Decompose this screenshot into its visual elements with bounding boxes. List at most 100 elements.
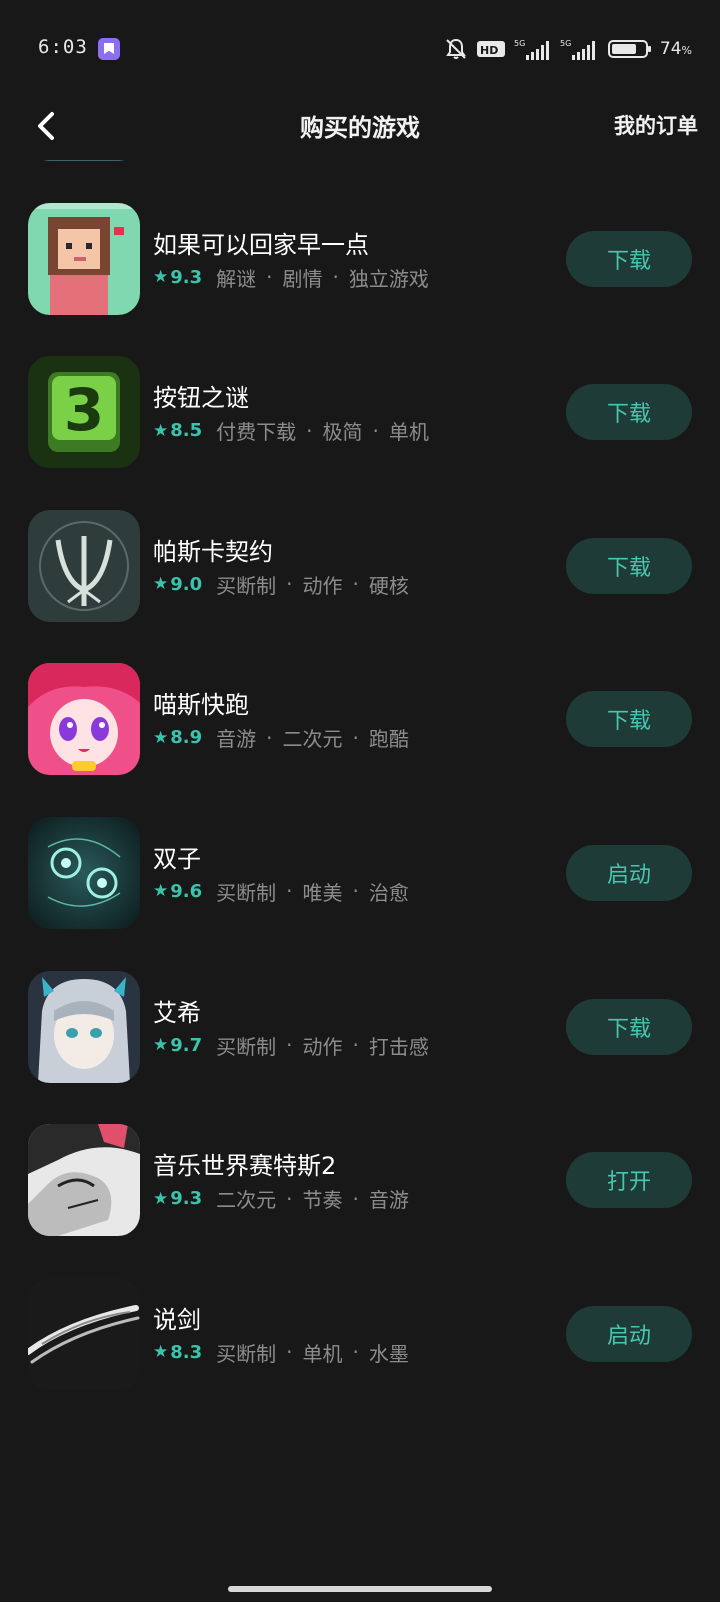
biplane-icon[interactable]	[28, 160, 140, 161]
star-icon: ★	[153, 727, 169, 748]
pixel-girl-icon[interactable]	[28, 202, 140, 315]
game-name[interactable]: 帕斯卡契约	[153, 532, 273, 567]
star-icon: ★	[153, 1188, 169, 1209]
game-tag: 独立游戏	[348, 266, 429, 291]
game-tag: 买断制	[216, 573, 277, 598]
game-name[interactable]: 音乐世界赛特斯2	[153, 1146, 336, 1181]
tag-separator-dot: ·	[352, 1033, 359, 1058]
game-tag: 打击感	[368, 1034, 429, 1059]
game-rating: 8.5	[170, 420, 203, 442]
game-row[interactable]: 艾希 ★ 9.7 买断制 · 动作 · 打击感 下载	[0, 970, 720, 1125]
game-rating: 8.3	[170, 1341, 203, 1363]
tag-separator-dot: ·	[352, 725, 359, 750]
tag-separator-dot: ·	[286, 1340, 293, 1365]
game-action-button[interactable]: 下载	[566, 384, 692, 441]
sketch-character-icon[interactable]	[28, 1124, 140, 1237]
game-meta: ★ 9.3 解谜 · 剧情 · 独立游戏	[153, 263, 429, 292]
game-row[interactable]: 如果可以回家早一点 ★ 9.3 解谜 · 剧情 · 独立游戏 下载	[0, 202, 720, 357]
game-row[interactable]: 迷方（付费下载版）★8.8唯美·治愈·休闲下载	[0, 160, 720, 203]
game-row[interactable]: 喵斯快跑 ★ 8.9 音游 · 二次元 · 跑酷 下载	[0, 663, 720, 817]
tag-separator-dot: ·	[372, 418, 379, 443]
header-bar: 购买的游戏 我的订单	[0, 96, 720, 160]
game-meta: ★ 8.5 付费下载 · 极简 · 单机	[153, 416, 429, 445]
game-tag: 买断制	[216, 1341, 277, 1366]
game-meta: ★ 9.0 买断制 · 动作 · 硬核	[153, 570, 409, 599]
mute-bell-icon	[446, 38, 466, 59]
game-name[interactable]: 双子	[153, 839, 201, 874]
trident-emblem-icon[interactable]	[28, 509, 140, 622]
ink-brush-stroke-icon[interactable]	[28, 1277, 140, 1390]
hd-voice-icon: HD	[476, 41, 505, 57]
svg-text:5G: 5G	[560, 39, 571, 48]
game-tag: 付费下载	[216, 420, 297, 445]
game-row[interactable]: 双子 ★ 9.6 买断制 · 唯美 · 治愈 启动	[0, 816, 720, 971]
game-row[interactable]: 音乐世界赛特斯2 ★ 9.3 二次元 · 节奏 · 音游 打开	[0, 1124, 720, 1278]
game-tag: 音游	[368, 1188, 409, 1213]
game-tag: 动作	[302, 1034, 343, 1059]
signal-5g-icon: 5G	[560, 39, 595, 60]
game-meta: ★ 8.3 买断制 · 单机 · 水墨	[153, 1338, 409, 1367]
tag-separator-dot: ·	[286, 879, 293, 904]
game-rating: 9.3	[170, 1188, 203, 1210]
purchased-games-list[interactable]: 迷方（付费下载版）★8.8唯美·治愈·休闲下载如果可以回家早一点★9.3解谜·剧…	[0, 160, 720, 1460]
svg-text:5G: 5G	[514, 39, 525, 48]
game-action-button[interactable]: 下载	[566, 998, 692, 1055]
game-name[interactable]: 艾希	[153, 993, 201, 1028]
home-indicator[interactable]	[228, 1586, 492, 1592]
game-action-button[interactable]: 启动	[566, 1305, 692, 1362]
signal-5g-icon: 5G	[514, 39, 549, 60]
tag-separator-dot: ·	[286, 572, 293, 597]
tag-separator-dot: ·	[286, 1186, 293, 1211]
star-icon: ★	[153, 267, 169, 288]
number-3-button-icon[interactable]: 3	[28, 356, 140, 469]
star-icon: ★	[153, 1342, 169, 1363]
battery-percent: 74%	[659, 39, 692, 59]
game-action-button[interactable]: 下载	[566, 230, 692, 287]
game-row[interactable]: 说剑 ★ 8.3 买断制 · 单机 · 水墨 启动	[0, 1277, 720, 1432]
app-notification-icon	[98, 38, 120, 60]
game-tag: 音游	[216, 727, 257, 752]
game-name[interactable]: 说剑	[153, 1300, 201, 1335]
game-tag: 单机	[302, 1341, 343, 1366]
game-row[interactable]: 帕斯卡契约 ★ 9.0 买断制 · 动作 · 硬核 下载	[0, 509, 720, 664]
star-icon: ★	[153, 420, 169, 441]
twin-orbs-icon[interactable]	[28, 816, 140, 929]
battery-icon	[607, 40, 651, 58]
tag-separator-dot: ·	[352, 1340, 359, 1365]
tag-separator-dot: ·	[332, 265, 339, 290]
game-meta: ★ 8.9 音游 · 二次元 · 跑酷	[153, 723, 409, 752]
silver-hair-character-icon[interactable]	[28, 970, 140, 1083]
tag-separator-dot: ·	[266, 725, 273, 750]
game-action-button[interactable]: 打开	[566, 1152, 692, 1209]
game-tag: 极简	[322, 420, 363, 445]
svg-text:3: 3	[64, 376, 104, 444]
game-tag: 剧情	[282, 266, 323, 291]
anime-girl-icon[interactable]	[28, 663, 140, 776]
tag-separator-dot: ·	[352, 879, 359, 904]
game-action-button[interactable]: 启动	[566, 844, 692, 901]
game-tag: 唯美	[302, 880, 343, 905]
tag-separator-dot: ·	[286, 1033, 293, 1058]
my-orders-link[interactable]: 我的订单	[614, 110, 698, 140]
game-meta: ★ 9.7 买断制 · 动作 · 打击感	[153, 1031, 429, 1060]
game-tag: 单机	[388, 420, 429, 445]
game-tag: 动作	[302, 573, 343, 598]
game-row[interactable]: 3 按钮之谜 ★ 8.5 付费下载 · 极简 · 单机 下载	[0, 356, 720, 510]
game-action-button[interactable]: 下载	[566, 537, 692, 594]
game-rating: 8.9	[170, 727, 203, 749]
game-tag: 治愈	[368, 880, 409, 905]
status-time: 6:03	[38, 36, 88, 58]
game-rating: 9.7	[170, 1034, 203, 1056]
game-tag: 水墨	[368, 1341, 409, 1366]
game-name[interactable]: 如果可以回家早一点	[153, 225, 369, 260]
game-rating: 9.3	[170, 266, 203, 288]
game-tag: 硬核	[368, 573, 409, 598]
game-action-button[interactable]: 下载	[566, 691, 692, 748]
star-icon: ★	[153, 1035, 169, 1056]
page-title: 购买的游戏	[300, 114, 420, 142]
game-tag: 买断制	[216, 1034, 277, 1059]
game-name[interactable]: 按钮之谜	[153, 378, 249, 413]
game-meta: ★ 9.3 二次元 · 节奏 · 音游	[153, 1184, 409, 1213]
game-rating: 9.0	[170, 573, 203, 595]
game-name[interactable]: 喵斯快跑	[153, 685, 249, 720]
